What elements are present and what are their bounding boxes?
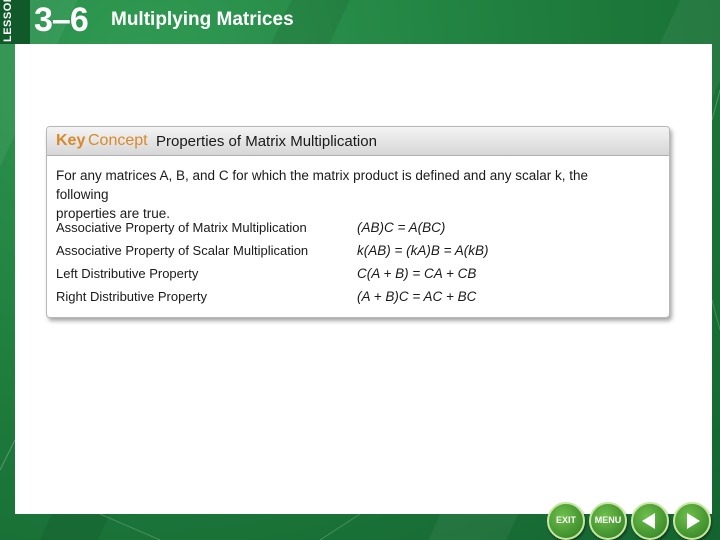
lesson-title: Multiplying Matrices — [111, 9, 294, 30]
property-row: Right Distributive Property (A + B)C = A… — [47, 289, 669, 311]
next-button[interactable] — [673, 502, 711, 540]
property-name: Associative Property of Matrix Multiplic… — [56, 220, 307, 235]
key-concept-label-key: Key — [56, 132, 86, 149]
slide-header: LESSON 3–6 Multiplying Matrices — [0, 0, 720, 44]
key-concept-header: Key Concept Properties of Matrix Multipl… — [47, 127, 669, 156]
key-concept-title: Properties of Matrix Multiplication — [156, 133, 377, 150]
property-row: Left Distributive Property C(A + B) = CA… — [47, 266, 669, 288]
property-formula: k(AB) = (kA)B = A(kB) — [357, 243, 489, 258]
exit-label: EXIT — [555, 515, 576, 525]
property-row: Associative Property of Matrix Multiplic… — [47, 220, 669, 242]
property-formula: (A + B)C = AC + BC — [357, 289, 477, 304]
arrow-left-icon — [642, 513, 655, 529]
property-formula: (AB)C = A(BC) — [357, 220, 446, 235]
intro-text: For any matrices A, B, and C for which t… — [56, 166, 626, 223]
property-formula: C(A + B) = CA + CB — [357, 266, 477, 281]
key-concept-label-concept: Concept — [88, 132, 148, 149]
property-name: Left Distributive Property — [56, 266, 199, 281]
property-name: Associative Property of Scalar Multiplic… — [56, 243, 309, 258]
property-name: Right Distributive Property — [56, 289, 207, 304]
exit-button[interactable]: EXIT — [547, 502, 585, 540]
lesson-tab: LESSON — [0, 0, 30, 44]
intro-line-1: For any matrices A, B, and C for which t… — [56, 168, 588, 202]
previous-button[interactable] — [631, 502, 669, 540]
menu-button[interactable]: MENU — [589, 502, 627, 540]
key-concept-box: Key Concept Properties of Matrix Multipl… — [46, 126, 670, 318]
lesson-word: LESSON — [2, 0, 14, 42]
arrow-right-icon — [687, 513, 700, 529]
property-row: Associative Property of Scalar Multiplic… — [47, 243, 669, 265]
menu-label: MENU — [594, 515, 622, 525]
lesson-number: 3–6 — [34, 1, 89, 39]
